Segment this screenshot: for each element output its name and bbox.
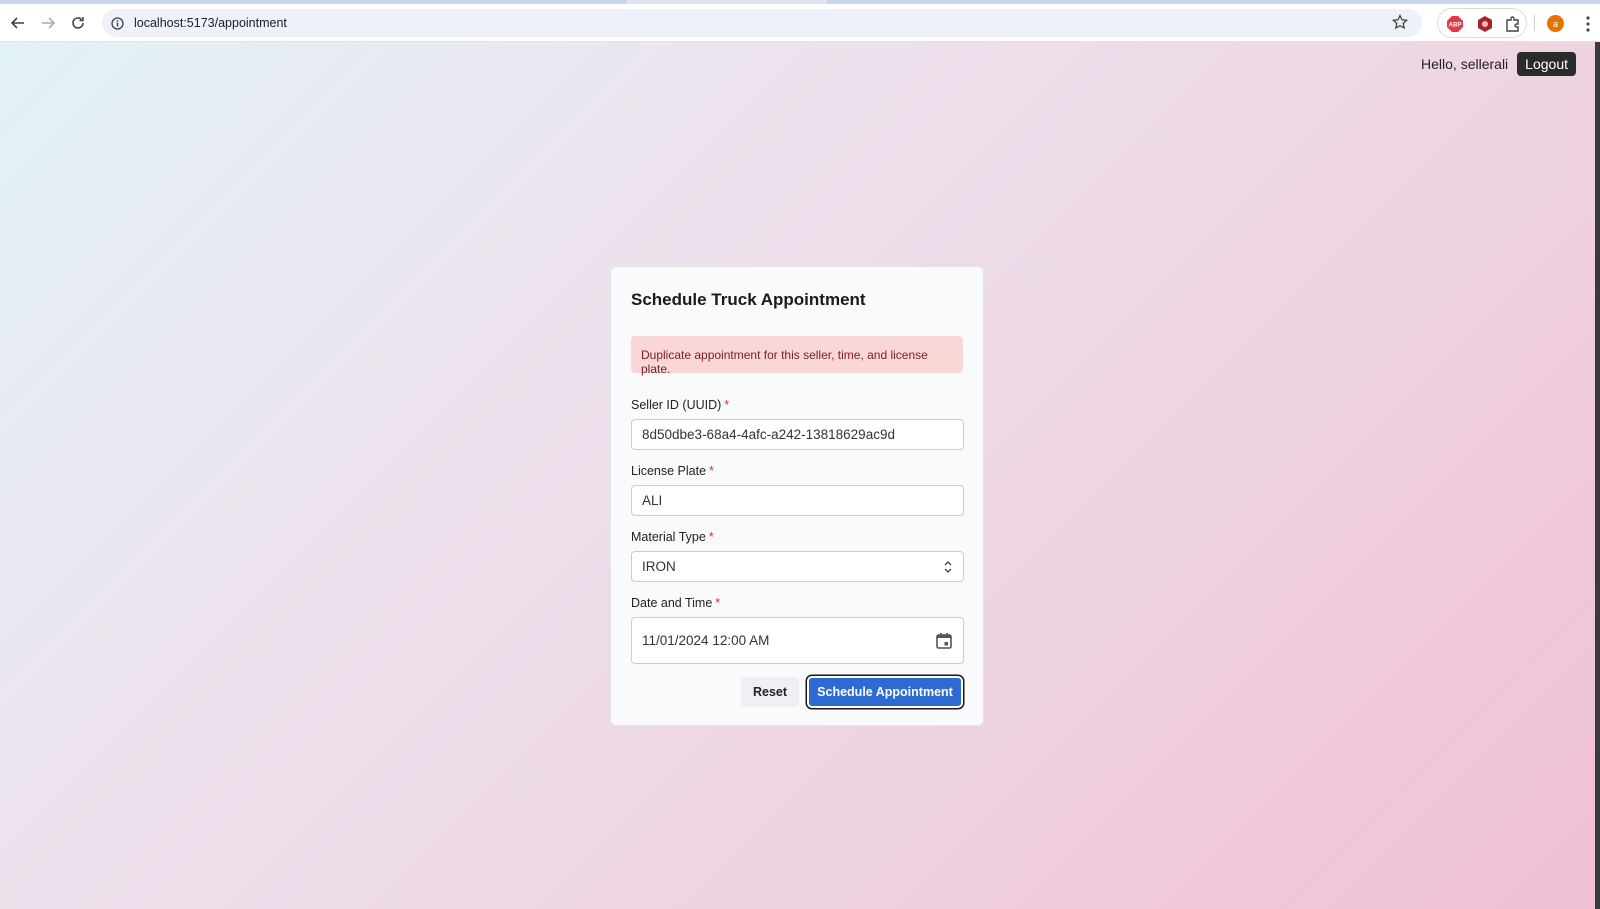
browser-toolbar: localhost:5173/appointment ABP a <box>0 4 1600 42</box>
reload-button[interactable] <box>65 10 91 36</box>
required-marker: * <box>709 464 714 478</box>
appointment-card: Schedule Truck Appointment Duplicate app… <box>610 266 984 726</box>
extensions-group: ABP <box>1437 8 1527 38</box>
site-info-icon[interactable] <box>108 14 126 32</box>
seller-id-label: Seller ID (UUID) * <box>631 398 963 412</box>
select-updown-icon <box>943 559 953 575</box>
calendar-icon[interactable] <box>935 632 953 650</box>
date-time-label: Date and Time * <box>631 596 963 610</box>
logout-button[interactable]: Logout <box>1517 52 1576 76</box>
reset-button[interactable]: Reset <box>741 677 799 707</box>
license-plate-value: ALI <box>642 493 663 508</box>
license-plate-field: License Plate * ALI <box>631 464 964 516</box>
license-plate-label-text: License Plate <box>631 464 707 478</box>
date-time-label-text: Date and Time <box>631 596 713 610</box>
back-arrow-icon <box>11 17 24 29</box>
seller-id-value: 8d50dbe3-68a4-4afc-a242-13818629ac9d <box>642 427 895 442</box>
kebab-menu-icon[interactable] <box>1583 14 1593 34</box>
form-title: Schedule Truck Appointment <box>631 290 866 309</box>
adblock-extension-icon[interactable]: ABP <box>1446 15 1464 33</box>
required-marker: * <box>724 398 730 412</box>
address-bar[interactable]: localhost:5173/appointment <box>102 9 1422 37</box>
scrollbar[interactable] <box>1595 42 1600 909</box>
material-type-select[interactable]: IRON <box>631 551 964 582</box>
seller-id-input[interactable]: 8d50dbe3-68a4-4afc-a242-13818629ac9d <box>631 419 964 450</box>
schedule-appointment-button[interactable]: Schedule Appointment <box>807 676 963 708</box>
forward-button[interactable] <box>35 10 61 36</box>
license-plate-input[interactable]: ALI <box>631 485 964 516</box>
required-marker: * <box>715 596 721 610</box>
date-time-value: 11/01/2024 12:00 AM <box>642 633 770 648</box>
license-plate-label: License Plate * <box>631 464 963 478</box>
material-type-label-text: Material Type <box>631 530 706 544</box>
page-background: Hello, sellerali Logout Schedule Truck A… <box>0 42 1600 909</box>
url-text[interactable]: localhost:5173/appointment <box>134 16 287 30</box>
material-type-value: IRON <box>642 559 676 574</box>
toolbar-separator <box>1534 15 1535 31</box>
profile-avatar[interactable]: a <box>1547 15 1564 32</box>
seller-id-field: Seller ID (UUID) * 8d50dbe3-68a4-4afc-a24… <box>631 398 964 450</box>
seller-id-label-text: Seller ID (UUID) <box>631 398 722 412</box>
reload-icon <box>72 17 84 29</box>
greeting-text: Hello, sellerali <box>1421 56 1509 72</box>
shield-extension-icon[interactable] <box>1476 15 1494 33</box>
forward-arrow-icon <box>42 17 55 29</box>
material-type-label: Material Type * <box>631 530 963 544</box>
material-type-field: Material Type * IRON <box>631 530 964 582</box>
back-button[interactable] <box>5 10 31 36</box>
required-marker: * <box>708 530 714 544</box>
adblock-extension-label: ABP <box>1449 23 1462 29</box>
bookmark-star-icon[interactable] <box>1391 13 1410 32</box>
error-alert: Duplicate appointment for this seller, t… <box>631 336 963 376</box>
date-time-field: Date and Time * 11/01/2024 12:00 AM <box>631 596 964 664</box>
date-time-input[interactable]: 11/01/2024 12:00 AM <box>631 617 964 664</box>
user-bar: Hello, sellerali Logout <box>1421 52 1576 76</box>
puzzle-extensions-icon[interactable] <box>1504 15 1522 33</box>
form-actions: Reset Schedule Appointment <box>631 676 963 708</box>
